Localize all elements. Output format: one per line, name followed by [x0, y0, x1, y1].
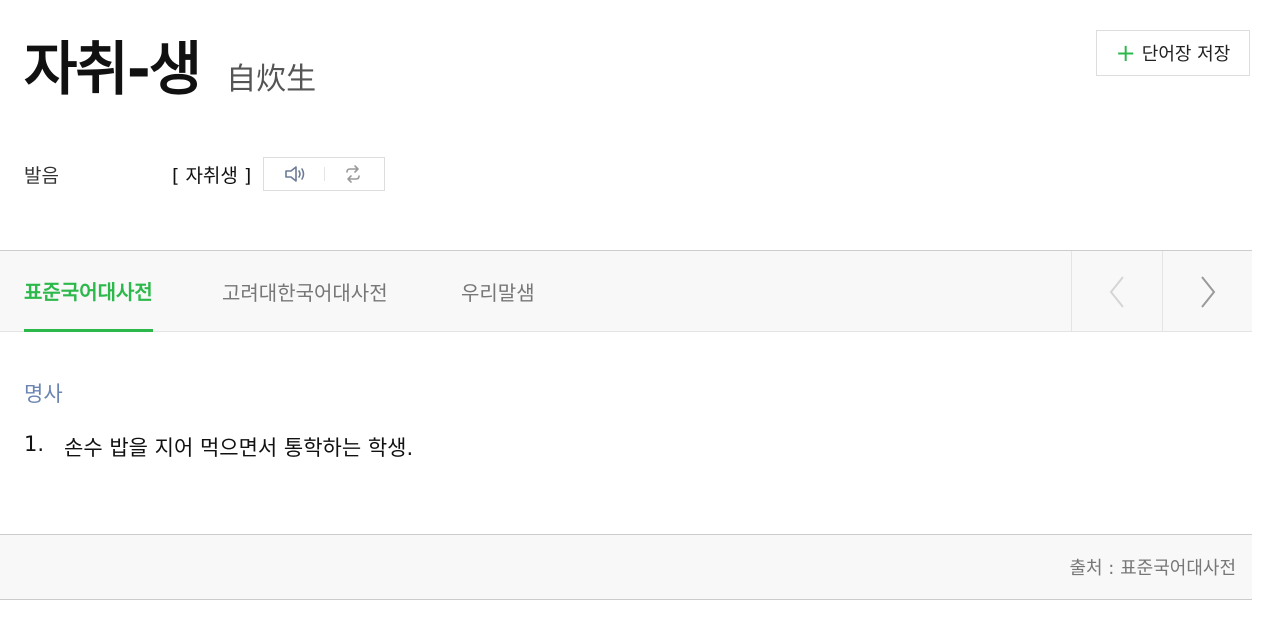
- save-to-wordbook-button[interactable]: + 단어장 저장: [1096, 30, 1250, 76]
- save-to-wordbook-label: 단어장 저장: [1141, 44, 1231, 65]
- tab-label: 우리말샘: [461, 281, 535, 305]
- tab-label: 고려대한국어대사전: [222, 281, 388, 305]
- definition-text: 손수 밥을 지어 먹으면서 통학하는 학생.: [64, 436, 414, 460]
- pronunciation-text: [ 자취생 ]: [172, 164, 252, 187]
- dictionary-tabs: 표준국어대사전 고려대한국어대사전 우리말샘: [0, 250, 1252, 332]
- source-footer: 출처 : 표준국어대사전: [0, 534, 1252, 600]
- tab-standard-dictionary[interactable]: 표준국어대사전: [24, 251, 153, 332]
- definition-item: 1. 손수 밥을 지어 먹으면서 통학하는 학생.: [24, 432, 413, 462]
- tab-label: 표준국어대사전: [24, 279, 153, 304]
- repeat-icon[interactable]: [338, 161, 368, 187]
- speaker-icon[interactable]: [281, 161, 311, 187]
- tab-prev-button[interactable]: [1071, 251, 1162, 332]
- part-of-speech: 명사: [24, 382, 63, 406]
- chevron-left-icon: [1109, 275, 1124, 308]
- entry-hanja: 自炊生: [226, 62, 317, 97]
- pronunciation-label: 발음: [24, 164, 59, 187]
- plus-icon: +: [1115, 39, 1136, 67]
- tab-next-button[interactable]: [1162, 251, 1253, 332]
- tab-urimalsaem[interactable]: 우리말샘: [461, 251, 535, 332]
- tab-korea-univ-dictionary[interactable]: 고려대한국어대사전: [222, 251, 388, 332]
- chevron-right-icon: [1201, 275, 1216, 308]
- entry-word: 자취-생: [24, 35, 202, 103]
- source-text: 출처 : 표준국어대사전: [1069, 558, 1236, 579]
- definition-number: 1.: [24, 432, 45, 456]
- pronunciation-row: 발음 [ 자취생 ]: [24, 156, 386, 192]
- audio-divider: [323, 167, 325, 181]
- entry-header: 자취-생 自炊生: [24, 40, 316, 120]
- audio-controls: [263, 157, 386, 191]
